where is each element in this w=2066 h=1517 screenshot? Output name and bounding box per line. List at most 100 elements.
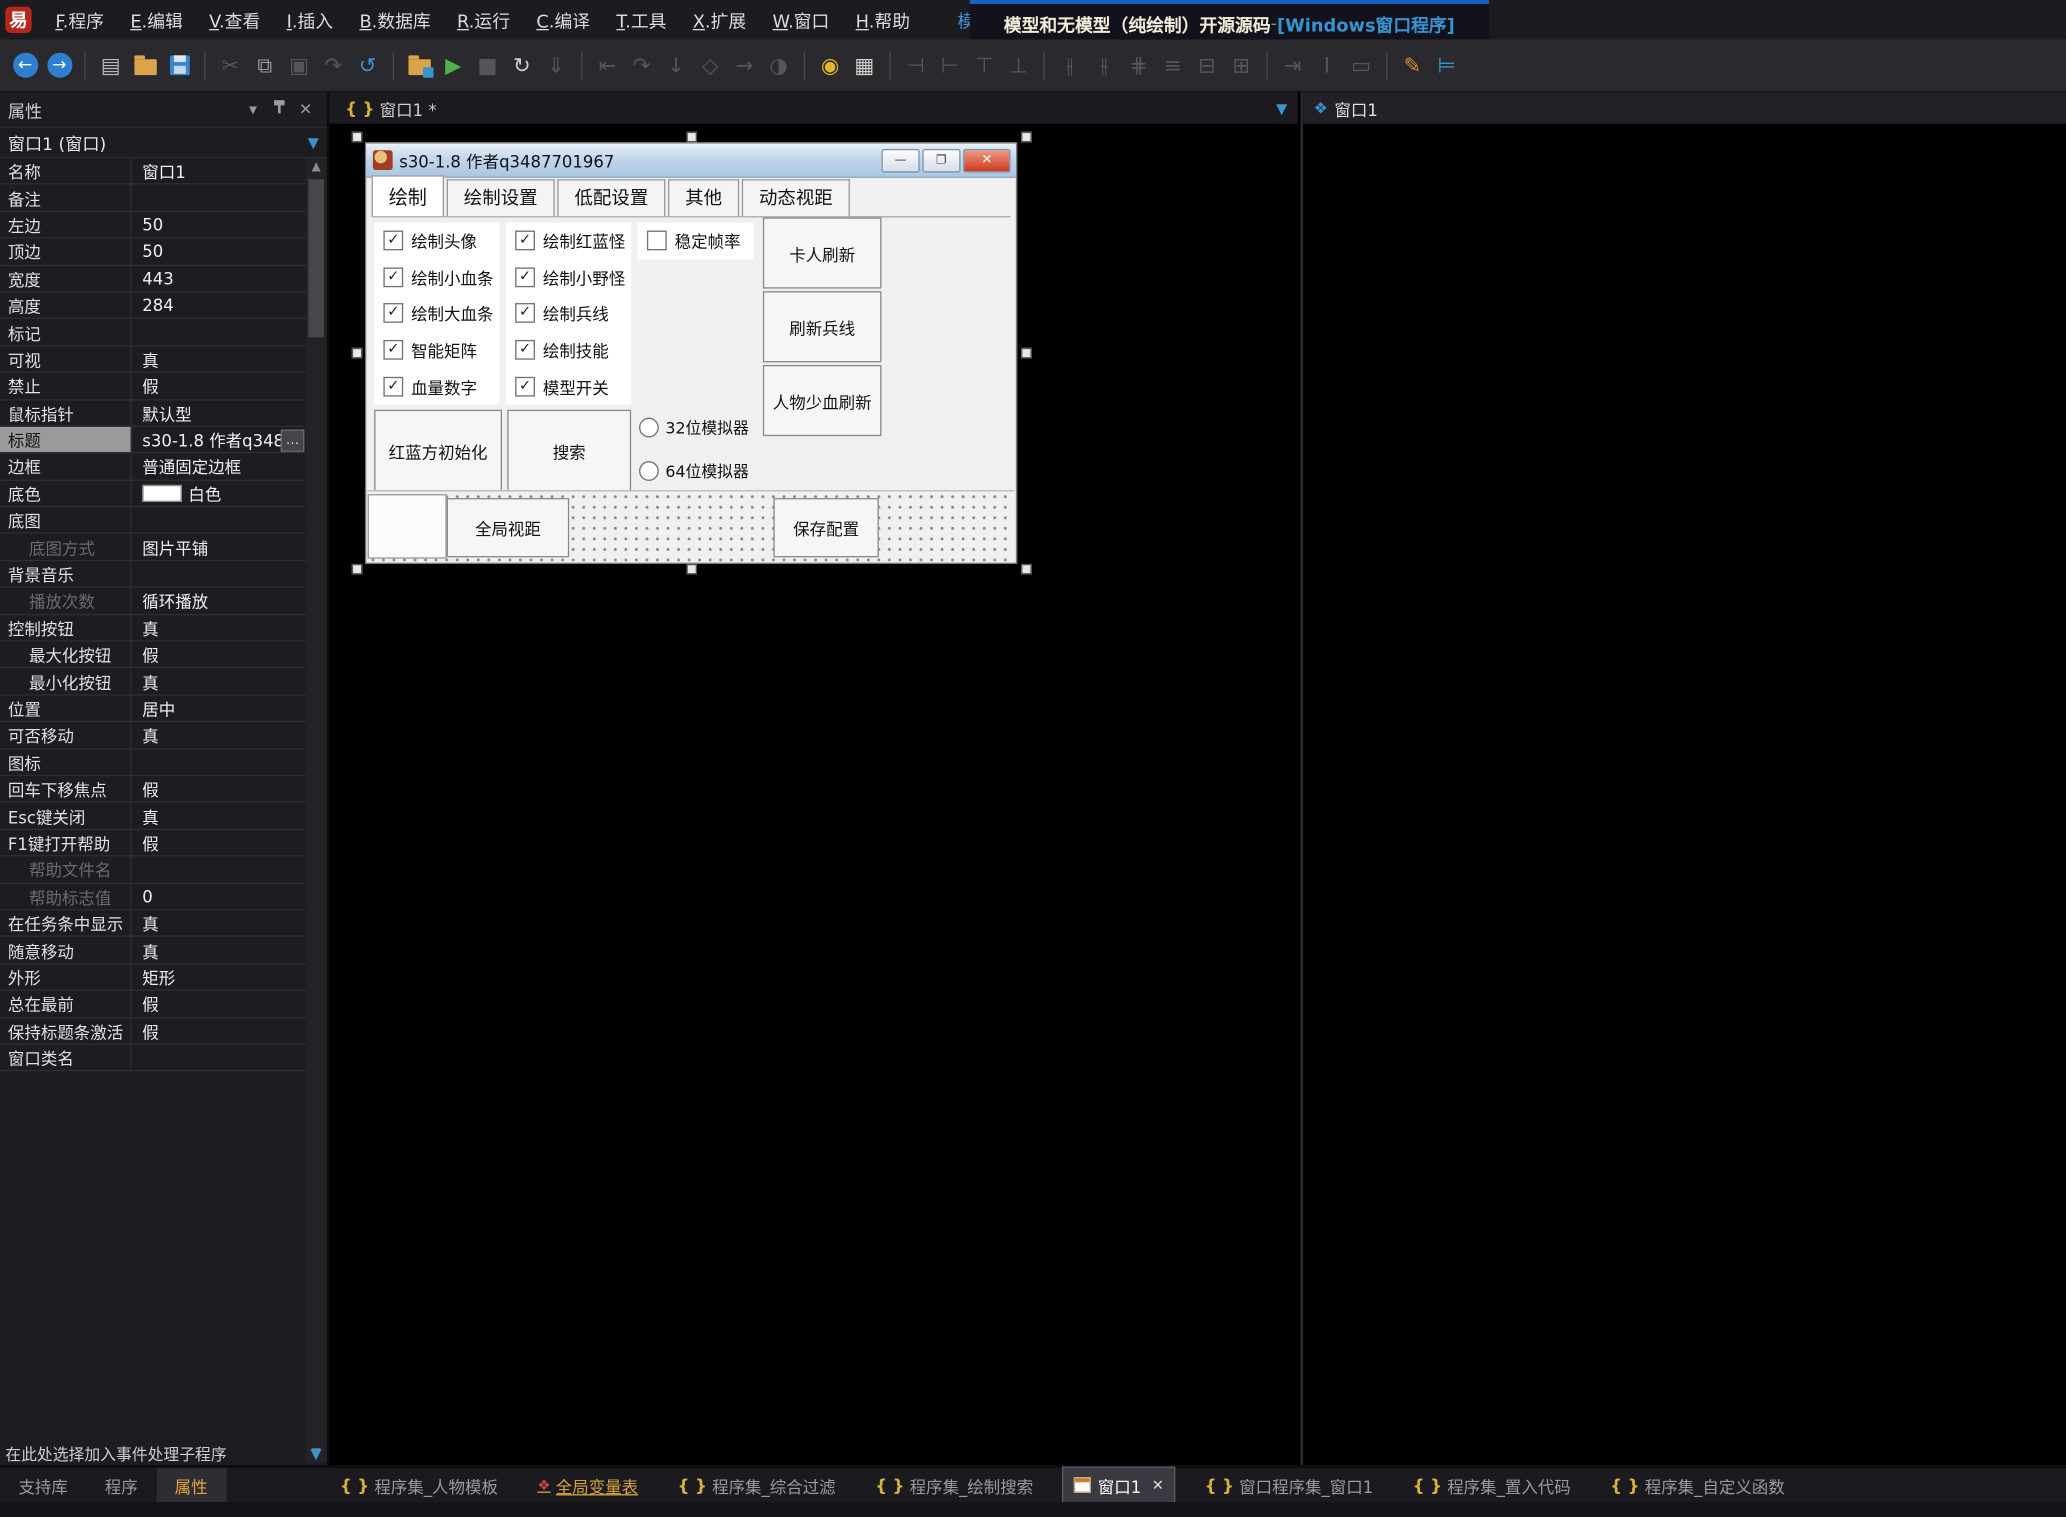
same-height-icon[interactable]: ⫳ xyxy=(1087,48,1121,82)
panel-tab-属性[interactable]: 属性 xyxy=(156,1468,226,1502)
property-value[interactable]: 居中 xyxy=(132,695,306,721)
checkbox-绘制头像[interactable]: 绘制头像 xyxy=(374,223,499,259)
property-label[interactable]: 底色 xyxy=(0,481,132,507)
property-value[interactable]: 443 xyxy=(132,266,306,292)
checkbox-血量数字[interactable]: 血量数字 xyxy=(374,368,499,404)
form-close-button[interactable]: ✕ xyxy=(963,148,1010,172)
form-tab-动态视距[interactable]: 动态视距 xyxy=(742,179,850,216)
tabstrip-dropdown-icon[interactable]: ▼ xyxy=(1276,99,1287,116)
property-label[interactable]: 顶边 xyxy=(0,239,132,265)
resize-icon[interactable]: ▭ xyxy=(1344,48,1378,82)
property-label[interactable]: 左边 xyxy=(0,212,132,238)
property-label[interactable]: 图标 xyxy=(0,749,132,775)
form-tab-绘制[interactable]: 绘制 xyxy=(372,175,444,216)
doc-tab-程序集_自定义函数[interactable]: { }程序集_自定义函数 xyxy=(1600,1468,1796,1502)
footer-blank-panel[interactable] xyxy=(368,494,447,559)
selection-handle[interactable] xyxy=(352,132,363,143)
property-label[interactable]: 外形 xyxy=(0,964,132,990)
menu-f[interactable]: F.程序 xyxy=(42,7,117,33)
panel-dropdown-icon[interactable]: ▾ xyxy=(240,100,266,118)
property-label[interactable]: 高度 xyxy=(0,292,132,318)
redo-icon[interactable]: ↷ xyxy=(316,48,350,82)
checkbox-box-icon[interactable] xyxy=(383,231,403,251)
property-value[interactable] xyxy=(132,561,306,587)
property-value[interactable]: 真 xyxy=(132,937,306,963)
property-value[interactable]: 白色 xyxy=(132,481,306,507)
property-value[interactable]: 普通固定边框 xyxy=(132,454,306,480)
event-hint-row[interactable]: 在此处选择加入事件处理子程序 ▼ xyxy=(0,1441,329,1465)
checkbox-稳定帧率[interactable]: 稳定帧率 xyxy=(638,223,754,259)
selection-handle[interactable] xyxy=(686,132,697,143)
property-value[interactable] xyxy=(132,1045,306,1071)
property-value[interactable]: 真 xyxy=(132,910,306,936)
property-value[interactable]: 0 xyxy=(132,884,306,910)
property-value[interactable]: 真 xyxy=(132,722,306,748)
search-button[interactable]: 搜索 xyxy=(507,410,631,492)
breakpoint-icon[interactable]: ◇ xyxy=(693,48,727,82)
init-redblue-button[interactable]: 红蓝方初始化 xyxy=(374,410,502,492)
doc-tab-窗口程序集_窗口1[interactable]: { }窗口程序集_窗口1 xyxy=(1194,1468,1384,1502)
property-label[interactable]: 窗口类名 xyxy=(0,1045,132,1071)
center-vertical-icon[interactable]: ⊞ xyxy=(1224,48,1258,82)
copy-icon[interactable]: ⧉ xyxy=(248,48,282,82)
checkbox-box-icon[interactable] xyxy=(515,304,535,324)
doc-tab-程序集_置入代码[interactable]: { }程序集_置入代码 xyxy=(1402,1468,1581,1502)
property-label[interactable]: 位置 xyxy=(0,695,132,721)
property-label[interactable]: F1键打开帮助 xyxy=(0,830,132,856)
property-value[interactable]: s30-1.8 作者q348… xyxy=(132,427,306,453)
new-file-icon[interactable]: ▤ xyxy=(94,48,128,82)
scroll-up-icon[interactable]: ▲ xyxy=(306,158,327,176)
property-label[interactable]: Esc键关闭 xyxy=(0,803,132,829)
checkbox-绘制小血条[interactable]: 绘制小血条 xyxy=(374,259,499,295)
checkbox-box-icon[interactable] xyxy=(383,304,403,324)
property-label[interactable]: 名称 xyxy=(0,158,132,184)
property-value[interactable] xyxy=(132,319,306,345)
form-maximize-button[interactable]: ❐ xyxy=(922,148,960,172)
project-folder-icon[interactable] xyxy=(402,48,436,82)
menu-b[interactable]: B.数据库 xyxy=(346,7,444,33)
property-label[interactable]: 最小化按钮 xyxy=(0,669,132,695)
hint-light-icon[interactable]: ◉ xyxy=(813,48,847,82)
checkbox-绘制红蓝怪[interactable]: 绘制红蓝怪 xyxy=(506,223,631,259)
menu-x[interactable]: X.扩展 xyxy=(680,7,760,33)
property-label[interactable]: 可视 xyxy=(0,346,132,372)
pin-icon[interactable] xyxy=(266,100,292,118)
menu-h[interactable]: H.帮助 xyxy=(843,7,924,33)
doc-tab-程序集_人物模板[interactable]: { }程序集_人物模板 xyxy=(329,1468,508,1502)
step-back-icon[interactable]: ⇤ xyxy=(590,48,624,82)
property-value[interactable]: 真 xyxy=(132,346,306,372)
property-label[interactable]: 底图 xyxy=(0,507,132,533)
property-value[interactable]: 假 xyxy=(132,776,306,802)
property-label[interactable]: 标题 xyxy=(0,427,132,453)
form-tab-绘制设置[interactable]: 绘制设置 xyxy=(447,179,555,216)
property-label[interactable]: 在任务条中显示 xyxy=(0,910,132,936)
menu-v[interactable]: V.查看 xyxy=(196,7,273,33)
property-value[interactable]: 50 xyxy=(132,212,306,238)
checkbox-绘制小野怪[interactable]: 绘制小野怪 xyxy=(506,259,631,295)
doc-tab-程序集_综合过滤[interactable]: { }程序集_综合过滤 xyxy=(667,1468,846,1502)
align-left-icon[interactable]: ⊣ xyxy=(899,48,933,82)
form-tab-低配设置[interactable]: 低配设置 xyxy=(557,179,665,216)
property-value[interactable]: 真 xyxy=(132,803,306,829)
form-minimize-button[interactable]: — xyxy=(881,148,919,172)
property-label[interactable]: 边框 xyxy=(0,454,132,480)
property-label[interactable]: 禁止 xyxy=(0,373,132,399)
property-value[interactable]: 假 xyxy=(132,373,306,399)
menu-t[interactable]: T.工具 xyxy=(603,7,679,33)
property-label[interactable]: 背景音乐 xyxy=(0,561,132,587)
checkbox-智能矩阵[interactable]: 智能矩阵 xyxy=(374,332,499,368)
form-tab-其他[interactable]: 其他 xyxy=(668,179,739,216)
menu-c[interactable]: C.编译 xyxy=(523,7,603,33)
checkbox-box-icon[interactable] xyxy=(383,376,403,396)
align-right-icon[interactable]: ⊢ xyxy=(933,48,967,82)
save-config-button[interactable]: 保存配置 xyxy=(773,498,878,557)
space-evenly-h-icon[interactable]: ⋕ xyxy=(1121,48,1155,82)
tab-order-icon[interactable]: ⇥ xyxy=(1275,48,1309,82)
property-value[interactable]: 假 xyxy=(132,991,306,1017)
compile-install-icon[interactable]: ⇓ xyxy=(539,48,573,82)
property-label[interactable]: 帮助文件名 xyxy=(0,857,132,883)
property-value[interactable]: 假 xyxy=(132,830,306,856)
selection-handle[interactable] xyxy=(352,348,363,359)
checkbox-box-icon[interactable] xyxy=(647,231,667,251)
space-evenly-v-icon[interactable]: ≡ xyxy=(1156,48,1190,82)
